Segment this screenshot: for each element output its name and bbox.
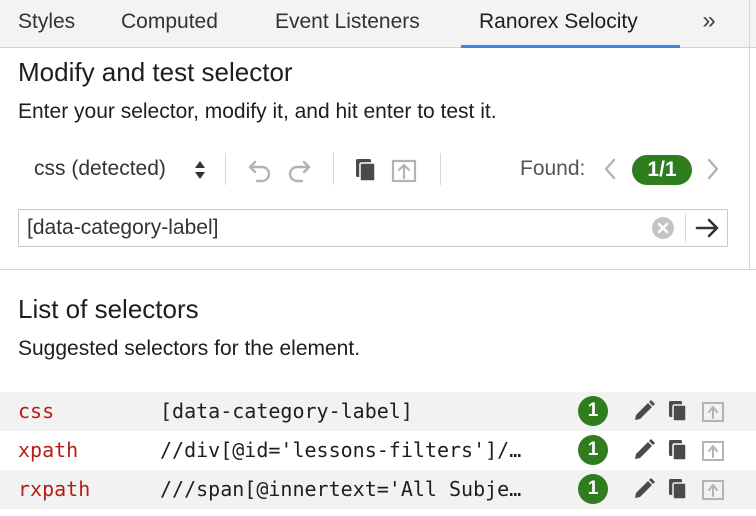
modify-section-subtitle: Enter your selector, modify it, and hit … — [18, 100, 497, 123]
selector-type-label: xpath — [18, 438, 79, 462]
pencil-icon[interactable] — [630, 397, 658, 425]
export-icon[interactable] — [699, 436, 727, 464]
active-tab-indicator — [461, 45, 680, 48]
selector-list: css [data-category-label] 1 xpath //div[… — [0, 392, 756, 509]
selector-type-label: rxpath — [18, 477, 91, 501]
pencil-icon[interactable] — [630, 475, 658, 503]
redo-icon[interactable] — [282, 153, 314, 185]
input-separator — [685, 214, 686, 242]
tab-styles[interactable]: Styles — [18, 0, 75, 48]
clear-icon[interactable] — [651, 216, 675, 240]
list-section-subtitle: Suggested selectors for the element. — [18, 337, 361, 360]
selector-type-label: css — [18, 399, 55, 423]
found-count-badge: 1/1 — [632, 155, 692, 185]
selector-value: [data-category-label] — [160, 399, 413, 423]
tab-bar: Styles Computed Event Listeners Ranorex … — [0, 0, 756, 48]
selector-value: //div[@id='lessons-filters']/… — [160, 438, 522, 462]
match-count-badge: 1 — [578, 474, 608, 504]
pencil-icon[interactable] — [630, 436, 658, 464]
copy-icon[interactable] — [664, 436, 692, 464]
selector-row-css[interactable]: css [data-category-label] 1 — [0, 392, 756, 431]
copy-icon[interactable] — [664, 475, 692, 503]
export-icon[interactable] — [699, 475, 727, 503]
selector-type-select[interactable]: css (detected) — [34, 157, 166, 181]
match-count-badge: 1 — [578, 435, 608, 465]
selector-value: ///span[@innertext='All Subje… — [160, 477, 522, 501]
export-icon[interactable] — [699, 397, 727, 425]
tab-computed[interactable]: Computed — [121, 0, 218, 48]
export-icon[interactable] — [388, 153, 420, 185]
toolbar-separator — [225, 153, 226, 185]
chevron-left-icon[interactable] — [600, 154, 620, 184]
list-section-title: List of selectors — [18, 294, 199, 324]
selector-row-xpath[interactable]: xpath //div[@id='lessons-filters']/… 1 — [0, 431, 756, 470]
match-count-badge: 1 — [578, 396, 608, 426]
panel-edge — [749, 0, 750, 269]
tab-ranorex-selocity[interactable]: Ranorex Selocity — [479, 0, 638, 48]
selector-input-box — [18, 209, 728, 247]
selector-toolbar: css (detected) Found: 1/1 — [0, 145, 756, 195]
toolbar-separator — [440, 153, 441, 185]
copy-icon[interactable] — [350, 153, 382, 185]
modify-section-title: Modify and test selector — [18, 57, 293, 87]
tab-event-listeners[interactable]: Event Listeners — [275, 0, 420, 48]
chevron-right-icon[interactable] — [703, 154, 723, 184]
selector-input[interactable] — [19, 210, 649, 246]
section-divider — [0, 269, 756, 270]
more-tabs-button[interactable]: » — [694, 0, 724, 44]
toolbar-separator — [333, 153, 334, 185]
copy-icon[interactable] — [664, 397, 692, 425]
updown-arrows-icon[interactable] — [193, 156, 207, 184]
arrow-right-icon[interactable] — [693, 214, 723, 242]
found-label: Found: — [520, 157, 586, 180]
selector-row-rxpath[interactable]: rxpath ///span[@innertext='All Subje… 1 — [0, 470, 756, 509]
undo-icon[interactable] — [245, 153, 277, 185]
